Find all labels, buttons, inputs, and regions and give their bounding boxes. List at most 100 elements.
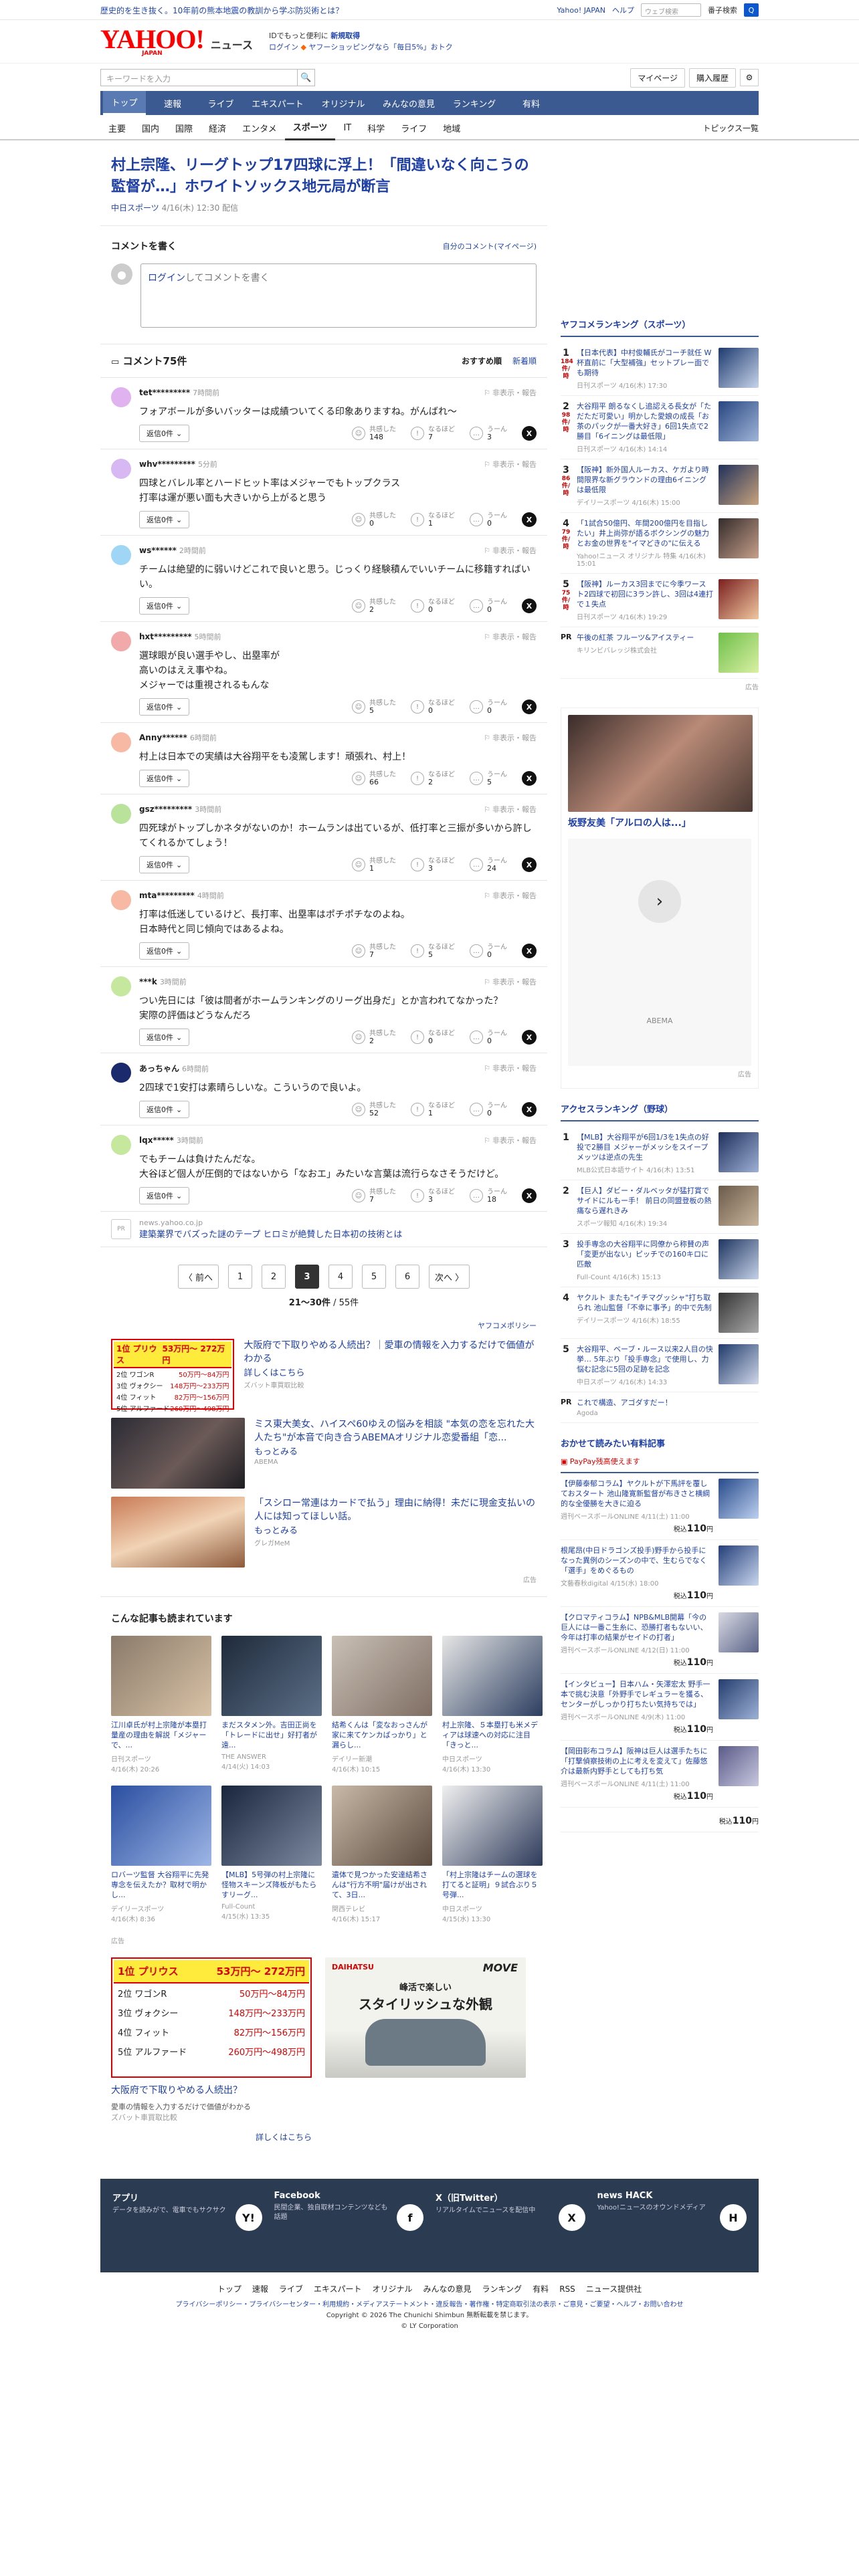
page-1[interactable]: 1 bbox=[228, 1265, 252, 1289]
hmm-button[interactable]: … うーん 0 bbox=[470, 599, 507, 613]
hmm-button[interactable]: … うーん 24 bbox=[470, 857, 507, 872]
side-pr-title[interactable]: 午後の紅茶 フルーツ&アイスティー bbox=[577, 633, 713, 643]
reply-button[interactable]: 返信0件 ⌄ bbox=[139, 856, 190, 873]
side-rank-item[interactable]: 3 86件/時 【阪神】新外国人ルーカス、ケガより時間限界な新グラウンドの理由6イニ… bbox=[561, 459, 759, 513]
cat-local[interactable]: 地域 bbox=[435, 115, 468, 140]
web-search-button[interactable]: Q bbox=[744, 3, 759, 17]
access-rank-item[interactable]: 1 【MLB】大谷翔平が6回1/3を1失点の好投で2勝目 メジャーがメッシをスイー… bbox=[561, 1127, 759, 1180]
commenter-name[interactable]: あっちゃん 6時間前 bbox=[139, 1063, 209, 1074]
share-x-icon[interactable]: X bbox=[522, 1188, 537, 1203]
hmm-button[interactable]: … うーん 18 bbox=[470, 1188, 507, 1203]
reply-button[interactable]: 返信0件 ⌄ bbox=[139, 1101, 190, 1118]
my-comments-link[interactable]: 自分のコメント(マイページ) bbox=[443, 241, 537, 251]
commenter-name[interactable]: ***k 3時間前 bbox=[139, 976, 187, 987]
cat-it[interactable]: IT bbox=[335, 115, 359, 140]
hide-report-link[interactable]: ⚐ 非表示・報告 bbox=[484, 732, 537, 743]
share-x-icon[interactable]: X bbox=[522, 599, 537, 613]
topics-list-link[interactable]: トピックス一覧 bbox=[702, 122, 759, 134]
card-title[interactable]: 遺体で見つかった安達結希さんは"行方不明"届けが出されて、3日... bbox=[332, 1870, 432, 1901]
paid-article-item[interactable]: 根尾昂(中日ドラゴンズ投手)野手から投手になった異例のシーズンの中で、生むらでな… bbox=[561, 1540, 759, 1607]
rank-title[interactable]: 【日本代表】中村俊輔氏がコーチ就任 W杯直前に「大型補強」セットプレー面でも期待 bbox=[577, 348, 713, 378]
access-ranking-title[interactable]: アクセスランキング（野球） bbox=[561, 1102, 759, 1121]
footer-nav-link[interactable]: エキスパート bbox=[314, 2284, 362, 2294]
empathy-button[interactable]: ☺ 共感した 1 bbox=[352, 857, 396, 872]
video-player[interactable]: › ABEMA bbox=[568, 839, 751, 1066]
footer-nav-link[interactable]: RSS bbox=[559, 2284, 575, 2294]
access-rank-title[interactable]: 【巨人】ダビー・ダルベッタが猛打賞でサイドにルもー手！ 前日の同盟登板の熱痛なら… bbox=[577, 1186, 713, 1216]
reply-button[interactable]: 返信0件 ⌄ bbox=[139, 1187, 190, 1204]
insight-button[interactable]: ! なるほど 5 bbox=[411, 944, 455, 958]
paid-article-title[interactable]: 根尾昂(中日ドラゴンズ投手)野手から投手になった異例のシーズンの中で、生むらでな… bbox=[561, 1545, 713, 1576]
empathy-button[interactable]: ☺ 共感した 7 bbox=[352, 1188, 396, 1203]
rank-title[interactable]: 大谷翔平 朗るなくし追認える長女が「ただただ可愛い」明かした愛娘の成長「お茶のパ… bbox=[577, 401, 713, 441]
reply-button[interactable]: 返信0件 ⌄ bbox=[139, 1029, 190, 1046]
article-card[interactable]: 遺体で見つかった安達結希さんは"行方不明"届けが出されて、3日... 関西テレビ 4… bbox=[332, 1786, 432, 1923]
bottom-ad1-title[interactable]: 大阪府で下取りやめる人続出？ bbox=[111, 2083, 312, 2097]
card-title[interactable]: 村上宗隆、５本塁打も米メディアは球速への対応に注目「きっと... bbox=[442, 1720, 543, 1751]
yahoo-japan-link[interactable]: Yahoo! JAPAN bbox=[557, 6, 605, 15]
top-news-link[interactable]: 歴史的を生き抜く。10年前の熊本地震の教訓から学ぶ防災術とは？ bbox=[100, 5, 343, 16]
hide-report-link[interactable]: ⚐ 非表示・報告 bbox=[484, 387, 537, 398]
nav-opinion[interactable]: みんなの意見 bbox=[379, 91, 439, 115]
hide-report-link[interactable]: ⚐ 非表示・報告 bbox=[484, 976, 537, 987]
article-card[interactable]: 結希くんは「変なおっさんが家に来てケンカばっかり」と漏らし... デイリー新潮 4/… bbox=[332, 1636, 432, 1774]
footer-item[interactable]: アプリ データを読みがで、電車でもサクサク Y! bbox=[112, 2191, 262, 2260]
share-x-icon[interactable]: X bbox=[522, 1102, 537, 1117]
footer-nav-link[interactable]: オリジナル bbox=[373, 2284, 413, 2294]
nav-breaking[interactable]: 速報 bbox=[151, 91, 194, 115]
share-x-icon[interactable]: X bbox=[522, 771, 537, 786]
insight-button[interactable]: ! なるほど 7 bbox=[411, 426, 455, 441]
card-title[interactable]: ロバーツ監督 大谷翔平に先発専念を伝えたか？取材で明かし... bbox=[111, 1870, 211, 1901]
side-rank-item[interactable]: 2 98件/時 大谷翔平 朗るなくし追認える長女が「ただただ可愛い」明かした愛娘の成… bbox=[561, 396, 759, 459]
hmm-button[interactable]: … うーん 0 bbox=[470, 512, 507, 527]
empathy-button[interactable]: ☺ 共感した 66 bbox=[352, 771, 396, 786]
access-rank-item[interactable]: 2 【巨人】ダビー・ダルベッタが猛打賞でサイドにルもー手！ 前日の同盟登板の熱痛な… bbox=[561, 1180, 759, 1234]
footer-nav-link[interactable]: ライブ bbox=[279, 2284, 303, 2294]
card-title[interactable]: 【MLB】5号弾の村上宗隆に怪物スキーンズ降板がもたらすリーグ... bbox=[221, 1870, 322, 1901]
paid-article-item[interactable]: 【岡田彰布コラム】阪神は巨人は選手たちに「打撃偵察技術の上に考えを変えて」佐藤悠… bbox=[561, 1741, 759, 1808]
footer-nav-link[interactable]: ニュース提供社 bbox=[586, 2284, 642, 2294]
article-card[interactable]: 江川卓氏が村上宗隆が本塁打量産の理由を解説「メジャーで、... 日刊スポーツ 4/1… bbox=[111, 1636, 211, 1774]
web-search-input[interactable]: ウェブ検索 bbox=[641, 3, 701, 17]
cat-sports[interactable]: スポーツ bbox=[284, 115, 336, 140]
paid-article-title[interactable]: 【インタビュー】日本ハム・矢澤宏太 野手一本で挑む決意「外野手でレギュラーを獲る… bbox=[561, 1679, 713, 1709]
cat-science[interactable]: 科学 bbox=[359, 115, 393, 140]
next-icon[interactable]: › bbox=[638, 879, 681, 923]
access-rank-title[interactable]: 【MLB】大谷翔平が6回1/3を1失点の好投で2勝目 メジャーがメッシをスイープ… bbox=[577, 1132, 713, 1162]
footer-item[interactable]: news HACK Yahoo!ニュースのオウンドメディア H bbox=[597, 2191, 747, 2260]
ad-flag[interactable]: 広告 bbox=[100, 1929, 547, 1948]
commenter-name[interactable]: tet********* 7時間前 bbox=[139, 387, 219, 398]
nav-ranking[interactable]: ランキング bbox=[444, 91, 504, 115]
footer-nav-link[interactable]: 速報 bbox=[252, 2284, 268, 2294]
comment-policy-link[interactable]: ヤフコメポリシー bbox=[100, 1320, 547, 1335]
hmm-button[interactable]: … うーん 3 bbox=[470, 426, 507, 441]
commenter-name[interactable]: mta********* 4時間前 bbox=[139, 890, 224, 901]
nav-live[interactable]: ライブ bbox=[199, 91, 242, 115]
article-source[interactable]: 中日スポーツ bbox=[111, 203, 159, 213]
side-rank-item[interactable]: 4 79件/時 「1試合50億円、年間200億円を目指したい」井上尚弥が語るボクシン… bbox=[561, 513, 759, 574]
sort-new[interactable]: 新着順 bbox=[512, 355, 537, 366]
bottom-ad-2[interactable]: DAIHATSU MOVE 峰活で楽しい スタイリッシュな外観 bbox=[325, 1957, 526, 2143]
ad-unit-1[interactable]: 1位 プリウス 53万円～ 272万円 2位 ワゴンR 50万円～84万円 3位 ヴ… bbox=[100, 1335, 547, 1414]
ad2-title[interactable]: ミス東大美女、ハイスペ60ゆえの悩みを相談 "本気の恋を忘れた大人たち"が本音で… bbox=[254, 1418, 537, 1444]
share-x-icon[interactable]: X bbox=[522, 426, 537, 441]
share-x-icon[interactable]: X bbox=[522, 700, 537, 714]
reply-button[interactable]: 返信0件 ⌄ bbox=[139, 770, 190, 787]
article-card[interactable]: 【MLB】5号弾の村上宗隆に怪物スキーンズ降板がもたらすリーグ... Full-C… bbox=[221, 1786, 322, 1923]
rank-title[interactable]: 【阪神】ルーカス3回までに今季ワースト2四球で初回に3ラン許し、3回は4連打で１… bbox=[577, 579, 713, 609]
sort-recommended[interactable]: おすすめ順 bbox=[462, 355, 502, 366]
hmm-button[interactable]: … うーん 0 bbox=[470, 944, 507, 958]
paid-article-title[interactable]: 【クロマティコラム】NPB&MLB開幕「今の巨人には一番こ生糸に、恐勝打者もない… bbox=[561, 1612, 713, 1642]
nav-expert[interactable]: エキスパート bbox=[248, 91, 308, 115]
access-pr-title[interactable]: これで構造、アゴダすだー！ bbox=[577, 1398, 759, 1408]
footer-nav-link[interactable]: ランキング bbox=[482, 2284, 522, 2294]
signup-link[interactable]: 新規取得 bbox=[330, 31, 360, 40]
cat-life[interactable]: ライフ bbox=[393, 115, 435, 140]
paid-article-item[interactable]: 【クロマティコラム】NPB&MLB開幕「今の巨人には一番こ生糸に、恐勝打者もない… bbox=[561, 1607, 759, 1674]
purchase-history-button[interactable]: 購入履歴 bbox=[688, 68, 736, 88]
article-card[interactable]: 「村上宗隆はチームの選球を打てると証明」９試合ぶり５号弾... 中日スポーツ 4/1… bbox=[442, 1786, 543, 1923]
article-card[interactable]: ロバーツ監督 大谷翔平に先発専念を伝えたか？取材で明かし... デイリースポーツ 4… bbox=[111, 1786, 211, 1923]
insight-button[interactable]: ! なるほど 1 bbox=[411, 512, 455, 527]
hmm-button[interactable]: … うーん 5 bbox=[470, 771, 507, 786]
empathy-button[interactable]: ☺ 共感した 148 bbox=[352, 426, 396, 441]
